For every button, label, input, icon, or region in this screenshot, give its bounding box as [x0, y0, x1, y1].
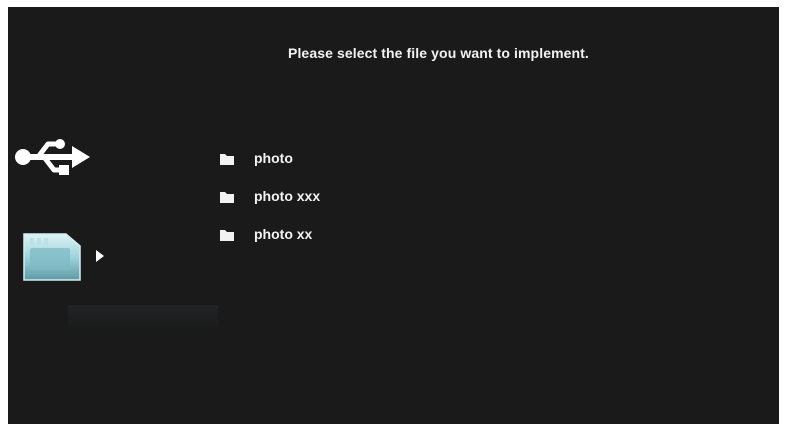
- prompt-text: Please select the file you want to imple…: [288, 45, 589, 61]
- usb-icon: [15, 139, 90, 175]
- file-item-photo[interactable]: photo: [220, 150, 320, 188]
- file-list: photo photo xxx photo xx: [220, 150, 320, 264]
- memory-card-icon: [23, 233, 81, 281]
- selected-arrow-icon: [96, 250, 104, 262]
- file-label: photo xx: [254, 226, 313, 242]
- floor-reflection: [68, 305, 218, 331]
- folder-icon: [220, 154, 234, 165]
- file-item-photo-xx[interactable]: photo xx: [220, 226, 320, 264]
- file-browser-screen: Please select the file you want to imple…: [8, 7, 779, 424]
- file-label: photo xxx: [254, 188, 321, 204]
- usb-source-button[interactable]: [12, 135, 92, 179]
- file-item-photo-xxx[interactable]: photo xxx: [220, 188, 320, 226]
- folder-icon: [220, 192, 234, 203]
- memory-card-source-button[interactable]: [18, 232, 108, 284]
- folder-icon: [220, 230, 234, 241]
- file-label: photo: [254, 150, 293, 166]
